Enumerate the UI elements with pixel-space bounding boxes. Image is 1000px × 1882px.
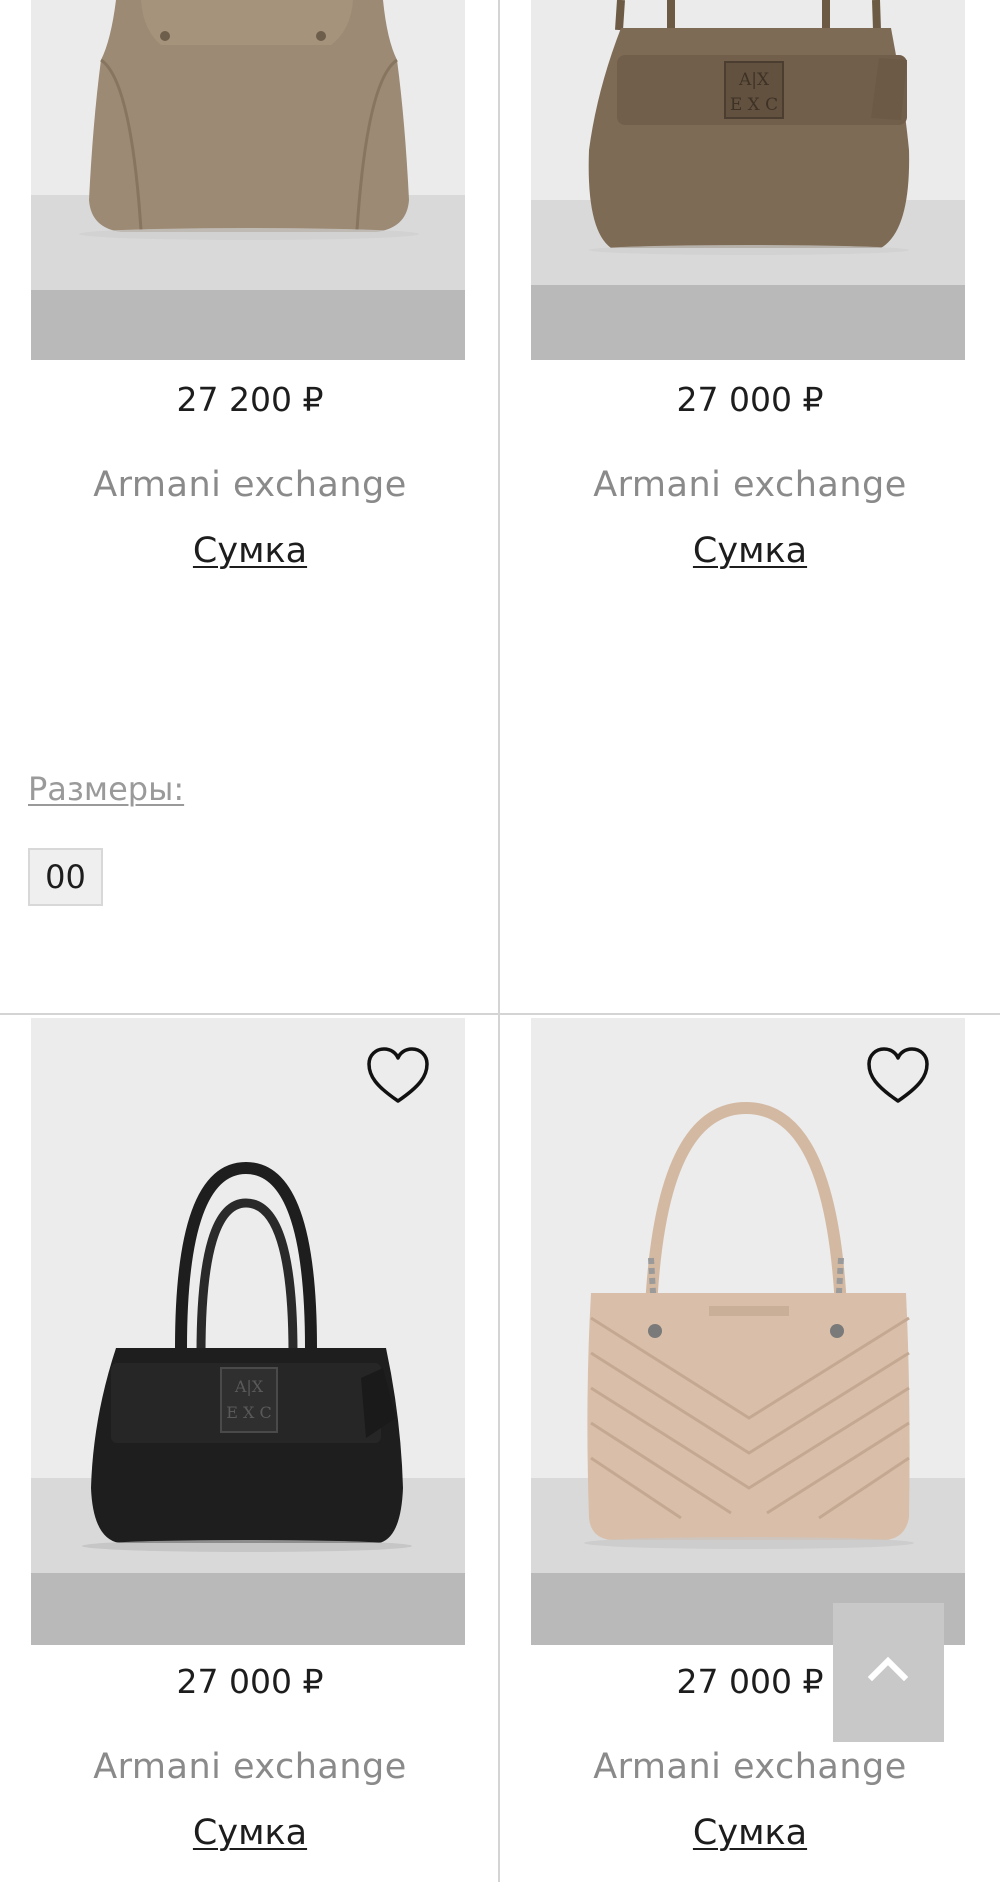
svg-text:A|X: A|X — [234, 1377, 264, 1396]
product-price: 27 200 ₽ — [176, 380, 324, 419]
size-option[interactable]: 00 — [28, 848, 103, 906]
product-name: Сумка — [500, 531, 1000, 571]
product-name: Сумка — [500, 1813, 1000, 1853]
bag-black-image: A|X E X C — [31, 1018, 465, 1645]
product-name-link[interactable]: Сумка — [693, 1813, 807, 1853]
svg-text:A|X: A|X — [738, 70, 770, 90]
product-card[interactable]: A|X E X C 27 000 ₽ Armani exchange Сумка — [0, 1015, 500, 1882]
product-name-link[interactable]: Сумка — [693, 531, 807, 571]
scroll-to-top-button[interactable] — [833, 1603, 944, 1742]
product-card[interactable]: 27 200 ₽ Armani exchange Сумка Размеры: … — [0, 0, 500, 1015]
product-photo[interactable]: A|X E X C — [31, 1018, 465, 1645]
product-name: Сумка — [0, 531, 500, 571]
product-name-link[interactable]: Сумка — [193, 1813, 307, 1853]
svg-text:E X C: E X C — [730, 95, 778, 115]
product-photo[interactable] — [31, 0, 465, 360]
bag-brown-image: A|X E X C — [531, 0, 965, 360]
product-brand: Armani exchange — [93, 465, 407, 505]
product-card[interactable]: A|X E X C 27 000 ₽ Armani exchange Сумка — [500, 0, 1000, 1015]
bag-taupe-image — [31, 0, 465, 360]
product-brand: Armani exchange — [593, 465, 907, 505]
sizes-label[interactable]: Размеры: — [28, 770, 184, 808]
svg-text:E X C: E X C — [226, 1403, 271, 1422]
chevron-up-icon — [868, 1656, 908, 1681]
product-brand: Armani exchange — [593, 1747, 907, 1787]
product-photo[interactable] — [531, 1018, 965, 1645]
product-name-link[interactable]: Сумка — [193, 531, 307, 571]
product-brand: Armani exchange — [93, 1747, 407, 1787]
product-price: 27 000 ₽ — [176, 1662, 324, 1701]
favorite-heart-icon[interactable] — [366, 1046, 430, 1106]
favorite-heart-icon[interactable] — [866, 1046, 930, 1106]
bag-beige-quilted-image — [531, 1018, 965, 1645]
product-card[interactable]: 27 000 ₽ Armani exchange Сумка — [500, 1015, 1000, 1882]
product-price: 27 000 ₽ — [676, 380, 824, 419]
product-grid: 27 200 ₽ Armani exchange Сумка Размеры: … — [0, 0, 1000, 1882]
product-name: Сумка — [0, 1813, 500, 1853]
product-photo[interactable]: A|X E X C — [531, 0, 965, 360]
